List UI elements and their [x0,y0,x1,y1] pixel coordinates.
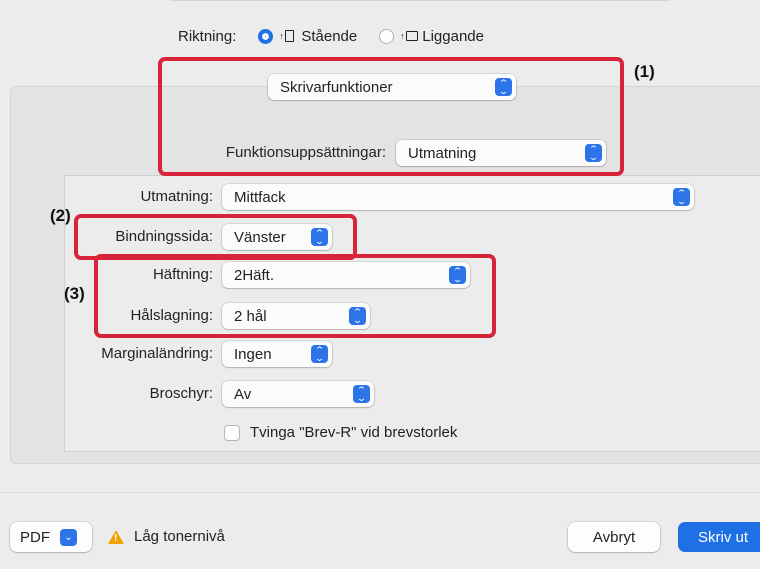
booklet-popup[interactable]: Av ⌃ ⌄ [222,381,374,407]
portrait-icon: ↑ [279,29,295,44]
margin-shift-value: Ingen [234,345,272,363]
orientation-label: Riktning: [178,27,237,45]
landscape-icon: ↑ [400,29,419,44]
output-value: Mittfack [234,188,286,206]
portrait-label[interactable]: Stående [301,28,357,45]
landscape-label[interactable]: Liggande [422,28,484,45]
output-label: Utmatning: [140,188,213,205]
callout-label-3: (3) [64,284,85,303]
portrait-radio[interactable] [258,28,274,44]
orientation-row: Riktning: ↑ Stående ↑ Liggande [178,24,484,48]
margin-shift-popup[interactable]: Ingen ⌃ ⌄ [222,341,332,367]
callout-box-1 [158,57,624,176]
booklet-stepper-icon: ⌃ ⌄ [353,385,370,403]
callout-label-1: (1) [634,62,655,81]
booklet-value: Av [234,385,252,403]
landscape-radio[interactable] [379,28,395,44]
force-letter-label[interactable]: Tvinga "Brev-R" vid brevstorlek [250,424,457,442]
margin-shift-label: Marginaländring: [101,345,213,362]
chevron-down-icon: ⌄ [60,528,77,546]
callout-label-2: (2) [50,206,71,225]
callout-box-3 [94,254,496,338]
booklet-label: Broschyr: [149,385,213,402]
top-divider [170,0,670,1]
footer-divider [0,492,760,493]
cancel-button[interactable]: Avbryt [568,522,660,552]
output-popup[interactable]: Mittfack ⌃ ⌄ [222,184,694,210]
pdf-label: PDF [20,528,50,546]
warning-exclamation: ! [114,533,118,544]
margin-shift-stepper-icon: ⌃ ⌄ [311,345,328,363]
pdf-button[interactable]: PDF ⌄ [10,522,92,552]
force-letter-checkbox[interactable] [224,425,240,441]
output-stepper-icon: ⌃ ⌄ [673,188,690,206]
warning-text: Låg tonernivå [134,528,225,545]
print-button[interactable]: Skriv ut [678,522,760,552]
